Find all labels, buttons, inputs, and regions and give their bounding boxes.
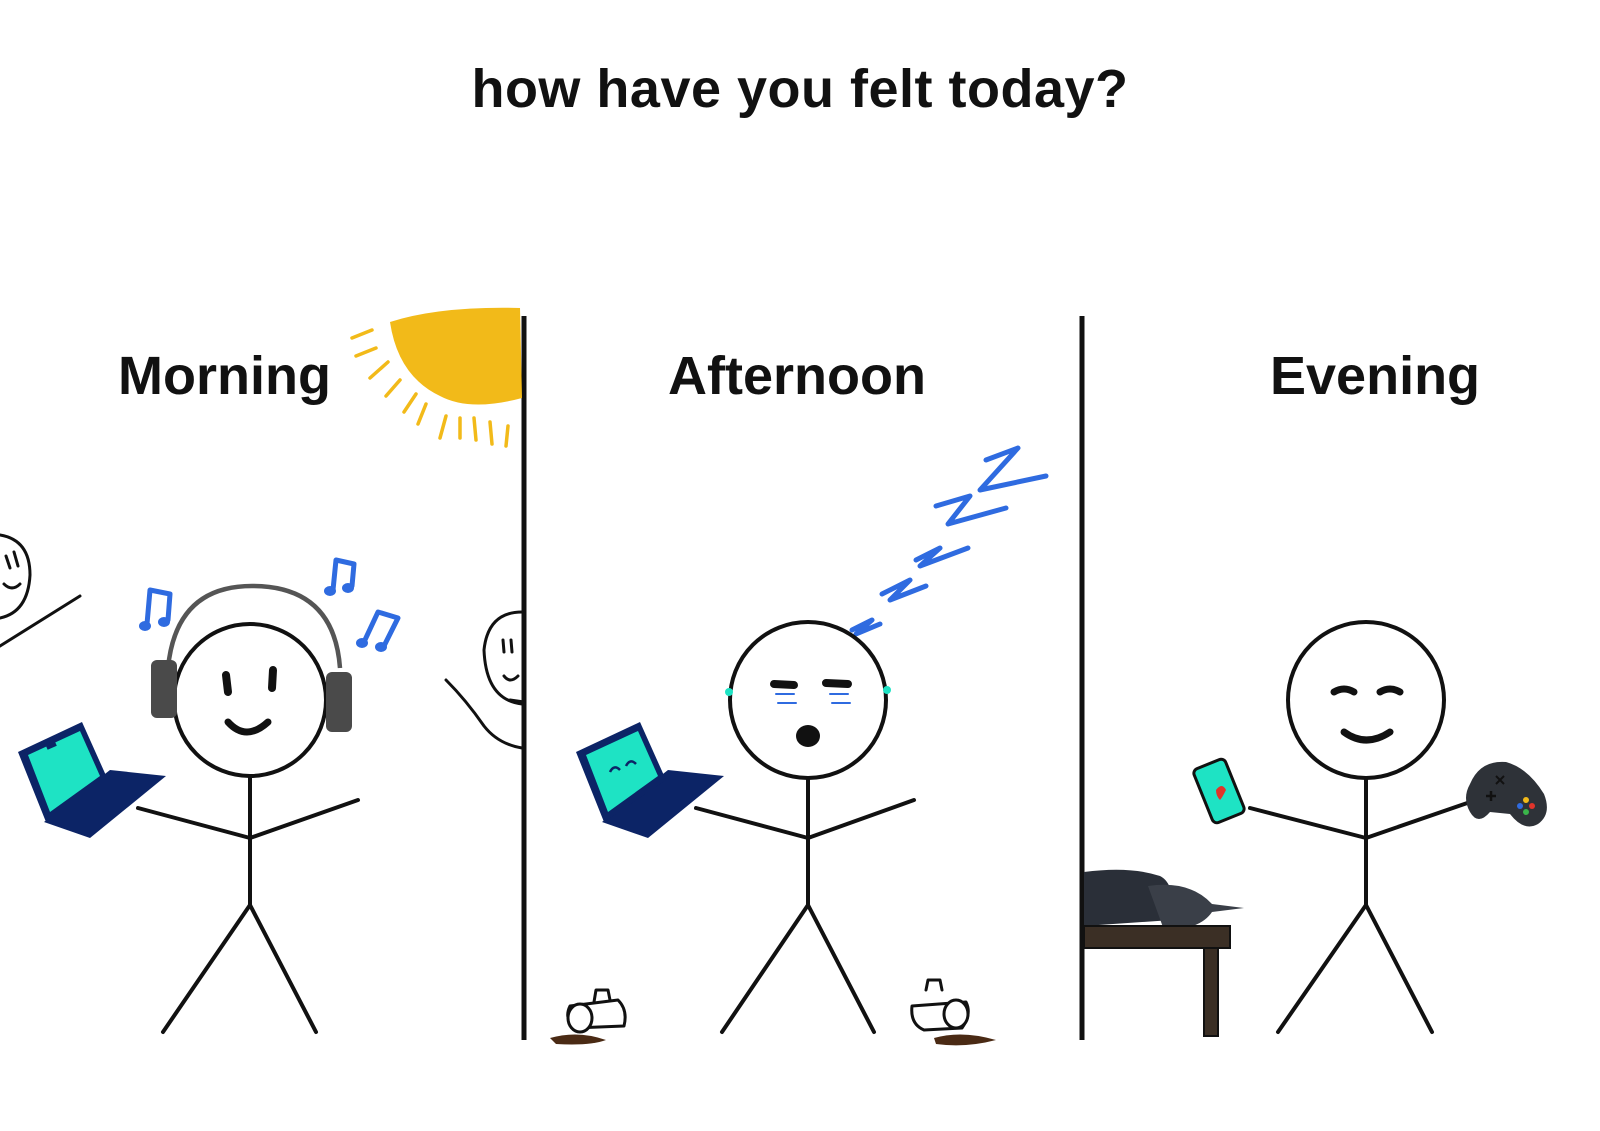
laptop-icon — [576, 722, 724, 838]
peeking-figure-left — [0, 533, 82, 648]
comic-title: how have you felt today? — [471, 59, 1129, 119]
panel-label-morning: Morning — [118, 346, 331, 406]
peeking-figure-waving — [444, 610, 526, 750]
game-controller-icon — [1466, 761, 1547, 827]
laptop-icon — [18, 722, 166, 838]
coffee-cup-icon — [910, 978, 996, 1046]
evening-stick-figure — [1248, 620, 1478, 1034]
zzz-icon — [849, 445, 1049, 637]
music-note-icon — [139, 557, 401, 652]
headphones-icon — [151, 583, 352, 732]
coffee-cup-icon — [550, 988, 627, 1045]
phone-icon — [1192, 757, 1246, 825]
afternoon-stick-figure — [694, 620, 916, 1034]
bed-icon — [1083, 869, 1244, 1037]
panel-label-evening: Evening — [1270, 346, 1481, 406]
panel-label-afternoon: Afternoon — [668, 346, 926, 406]
comic-strip: .ink { stroke: #111; stroke-width: 4; fi… — [0, 0, 1600, 1131]
comic-drawing: .ink { stroke: #111; stroke-width: 4; fi… — [0, 307, 1547, 1046]
sun-icon — [350, 307, 522, 448]
